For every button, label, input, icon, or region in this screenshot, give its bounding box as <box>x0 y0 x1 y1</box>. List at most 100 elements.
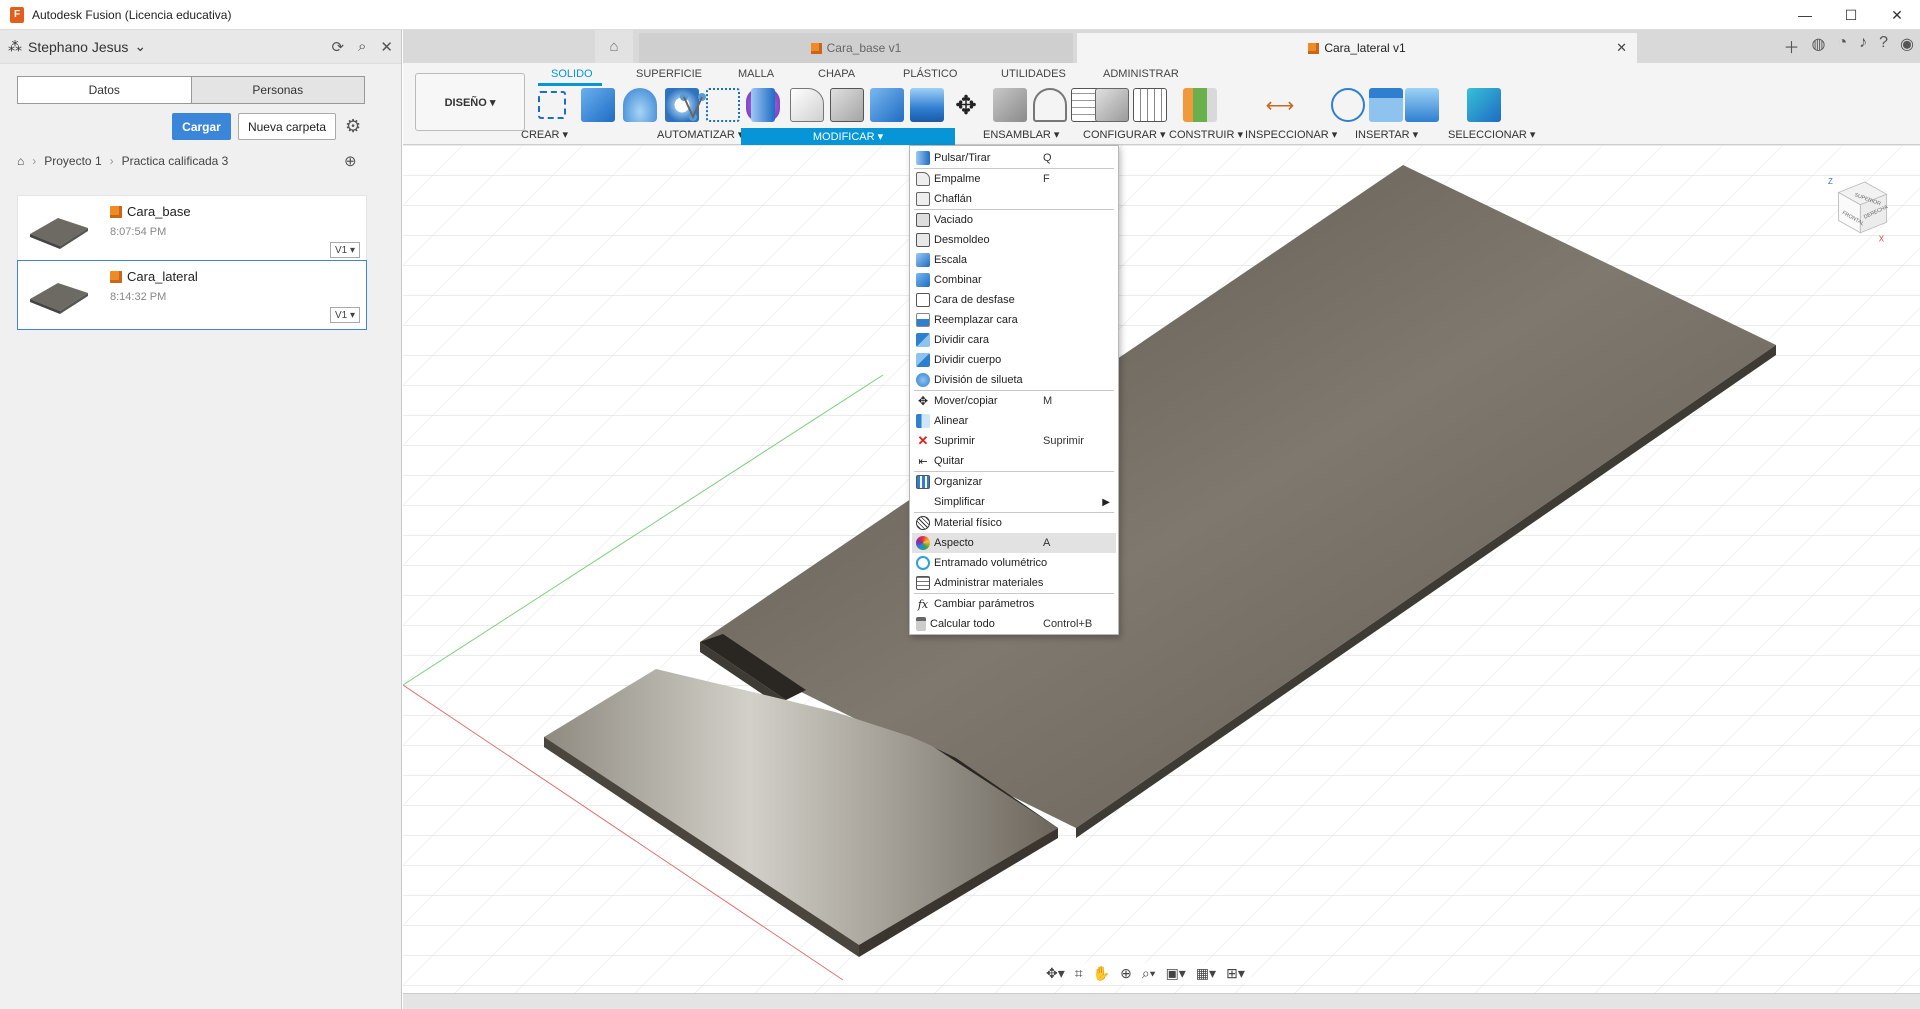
user-menu[interactable]: ⁂ Stephano Jesus ⌄ <box>8 38 331 55</box>
new-component-icon[interactable] <box>993 88 1027 122</box>
file-card-cara-lateral[interactable]: Cara_lateral 8:14:32 PM V1 ▾ <box>17 260 367 330</box>
construct-plane-icon[interactable] <box>1183 88 1217 122</box>
view-cube[interactable]: SUPERIOR FRONTAL DERECHA Z X <box>1821 175 1891 245</box>
shell-icon[interactable] <box>830 88 864 122</box>
look-at-icon[interactable]: ⌗ <box>1075 965 1083 982</box>
breadcrumb-folder[interactable]: Practica calificada 3 <box>122 154 229 168</box>
config-table-icon[interactable] <box>1133 88 1167 122</box>
menu-item-simplificar[interactable]: Simplificar ▶ <box>912 492 1116 512</box>
workspace-dropdown[interactable]: DISEÑO ▾ <box>415 73 525 131</box>
minimize-button[interactable]: — <box>1782 0 1828 30</box>
automate-icon[interactable] <box>676 89 710 123</box>
measure-icon[interactable]: ⟷ <box>1263 88 1297 122</box>
menu-item-suprimir[interactable]: ✕ Suprimir Suprimir <box>912 431 1116 451</box>
group-ensamblar[interactable]: ENSAMBLAR ▾ <box>983 128 1059 141</box>
zoom-icon[interactable]: ⊕ <box>1120 965 1132 982</box>
fillet-icon[interactable] <box>790 88 824 122</box>
menu-item-division-de-silueta[interactable]: División de silueta <box>912 370 1116 390</box>
new-folder-button[interactable]: Nueva carpeta <box>238 113 336 140</box>
menu-item-alinear[interactable]: Alinear <box>912 411 1116 431</box>
menu-item-vaciado[interactable]: Vaciado <box>912 210 1116 230</box>
extensions-icon[interactable]: ◍ <box>1811 34 1825 58</box>
ribbon-tab-solido[interactable]: SOLIDO <box>551 68 593 80</box>
menu-item-escala[interactable]: Escala <box>912 250 1116 270</box>
canvas-viewport[interactable]: SUPERIOR FRONTAL DERECHA Z X <box>403 145 1920 993</box>
pan-icon[interactable]: ✋ <box>1093 965 1110 982</box>
ribbon-tab-chapa[interactable]: CHAPA <box>818 68 855 80</box>
tab-cara-lateral[interactable]: Cara_lateral v1 ✕ <box>1077 33 1637 63</box>
home-icon[interactable]: ⌂ <box>17 154 24 168</box>
home-tab-icon[interactable]: ⌂ <box>595 30 633 63</box>
menu-item-material-fisico[interactable]: Material físico <box>912 513 1116 533</box>
globe-icon[interactable]: ⊕ <box>344 152 357 170</box>
create-sketch-icon[interactable] <box>538 91 566 119</box>
menu-item-desmoldeo[interactable]: Desmoldeo <box>912 230 1116 250</box>
menu-item-empalme[interactable]: Empalme F <box>912 169 1116 189</box>
ribbon-tab-administrar[interactable]: ADMINISTRAR <box>1103 68 1179 80</box>
job-status-icon[interactable]: ◔ <box>1837 34 1847 58</box>
search-icon[interactable]: ⌕ <box>358 38 366 56</box>
menu-item-reemplazar-cara[interactable]: Reemplazar cara <box>912 310 1116 330</box>
version-dropdown[interactable]: V1 ▾ <box>330 307 360 323</box>
group-automatizar[interactable]: AUTOMATIZAR ▾ <box>657 128 743 141</box>
menu-item-mover-copiar[interactable]: ✥ Mover/copiar M <box>912 391 1116 411</box>
menu-item-administrar-materiales[interactable]: Administrar materiales <box>912 573 1116 593</box>
tab-datos[interactable]: Datos <box>18 77 191 103</box>
account-icon[interactable]: ◉ <box>1900 34 1914 58</box>
ribbon-tab-utilidades[interactable]: UTILIDADES <box>1001 68 1066 80</box>
menu-item-combinar[interactable]: Combinar <box>912 270 1116 290</box>
new-tab-icon[interactable]: ＋ <box>1783 34 1799 58</box>
breadcrumb-project[interactable]: Proyecto 1 <box>44 154 101 168</box>
orbit-icon[interactable]: ✥▾ <box>1046 965 1065 982</box>
gear-icon[interactable]: ⚙ <box>345 116 361 137</box>
upload-button[interactable]: Cargar <box>172 113 231 140</box>
menu-item-quitar[interactable]: ⇤ Quitar <box>912 451 1116 471</box>
insert-image-icon[interactable] <box>1405 88 1439 122</box>
menu-item-dividir-cara[interactable]: Dividir cara <box>912 330 1116 350</box>
pattern-icon[interactable] <box>706 88 740 122</box>
menu-item-aspecto[interactable]: Aspecto A <box>912 533 1116 553</box>
close-tab-icon[interactable]: ✕ <box>1616 40 1627 56</box>
select-icon[interactable] <box>1467 88 1501 122</box>
menu-item-dividir-cuerpo[interactable]: Dividir cuerpo <box>912 350 1116 370</box>
ribbon-tab-superficie[interactable]: SUPERFICIE <box>636 68 702 80</box>
group-construir[interactable]: CONSTRUIR ▾ <box>1169 128 1243 141</box>
revolve-icon[interactable] <box>623 88 657 122</box>
menu-item-organizar[interactable]: Organizar <box>912 472 1116 492</box>
maximize-button[interactable]: ☐ <box>1828 0 1874 30</box>
group-insertar[interactable]: INSERTAR ▾ <box>1355 128 1418 141</box>
group-crear[interactable]: CREAR ▾ <box>521 128 568 141</box>
insert-derive-icon[interactable] <box>1331 88 1365 122</box>
group-modificar[interactable]: MODIFICAR ▾ <box>741 128 955 145</box>
menu-item-cara-de-desfase[interactable]: Cara de desfase <box>912 290 1116 310</box>
ribbon-tab-plastico[interactable]: PLÁSTICO <box>903 68 957 80</box>
group-inspeccionar[interactable]: INSPECCIONAR ▾ <box>1245 128 1337 141</box>
ribbon-tab-malla[interactable]: MALLA <box>738 68 774 80</box>
press-pull-icon[interactable] <box>751 88 775 122</box>
notifications-icon[interactable]: ♪ <box>1859 34 1867 58</box>
file-card-cara-base[interactable]: Cara_base 8:07:54 PM V1 ▾ <box>17 195 367 265</box>
menu-item-pulsar-tirar[interactable]: Pulsar/Tirar Q <box>912 148 1116 168</box>
configure-icon[interactable] <box>1095 88 1129 122</box>
menu-item-cambiar-parametros[interactable]: fx Cambiar parámetros <box>912 594 1116 614</box>
tab-cara-base[interactable]: Cara_base v1 <box>639 33 1073 63</box>
move-icon[interactable]: ✥ <box>949 88 983 122</box>
close-button[interactable]: ✕ <box>1874 0 1920 30</box>
menu-item-calcular-todo[interactable]: Calcular todo Control+B <box>912 614 1116 634</box>
tab-personas[interactable]: Personas <box>190 77 364 103</box>
joint-icon[interactable] <box>1033 88 1067 122</box>
group-seleccionar[interactable]: SELECCIONAR ▾ <box>1448 128 1535 141</box>
menu-item-entramado-volumetrico[interactable]: Entramado volumétrico <box>912 553 1116 573</box>
help-icon[interactable]: ? <box>1879 34 1888 58</box>
offset-face-icon[interactable] <box>910 88 944 122</box>
viewports-icon[interactable]: ⊞▾ <box>1226 965 1245 982</box>
grid-settings-icon[interactable]: ▦▾ <box>1196 965 1216 982</box>
version-dropdown[interactable]: V1 ▾ <box>330 242 360 258</box>
display-settings-icon[interactable]: ▣▾ <box>1166 965 1186 982</box>
refresh-icon[interactable]: ⟳ <box>331 38 344 56</box>
combine-icon[interactable] <box>870 88 904 122</box>
fit-icon[interactable]: ⌕▾ <box>1142 965 1156 982</box>
extrude-icon[interactable] <box>581 88 615 122</box>
close-panel-icon[interactable]: ✕ <box>380 38 393 56</box>
menu-item-chaflan[interactable]: Chaflán <box>912 189 1116 209</box>
